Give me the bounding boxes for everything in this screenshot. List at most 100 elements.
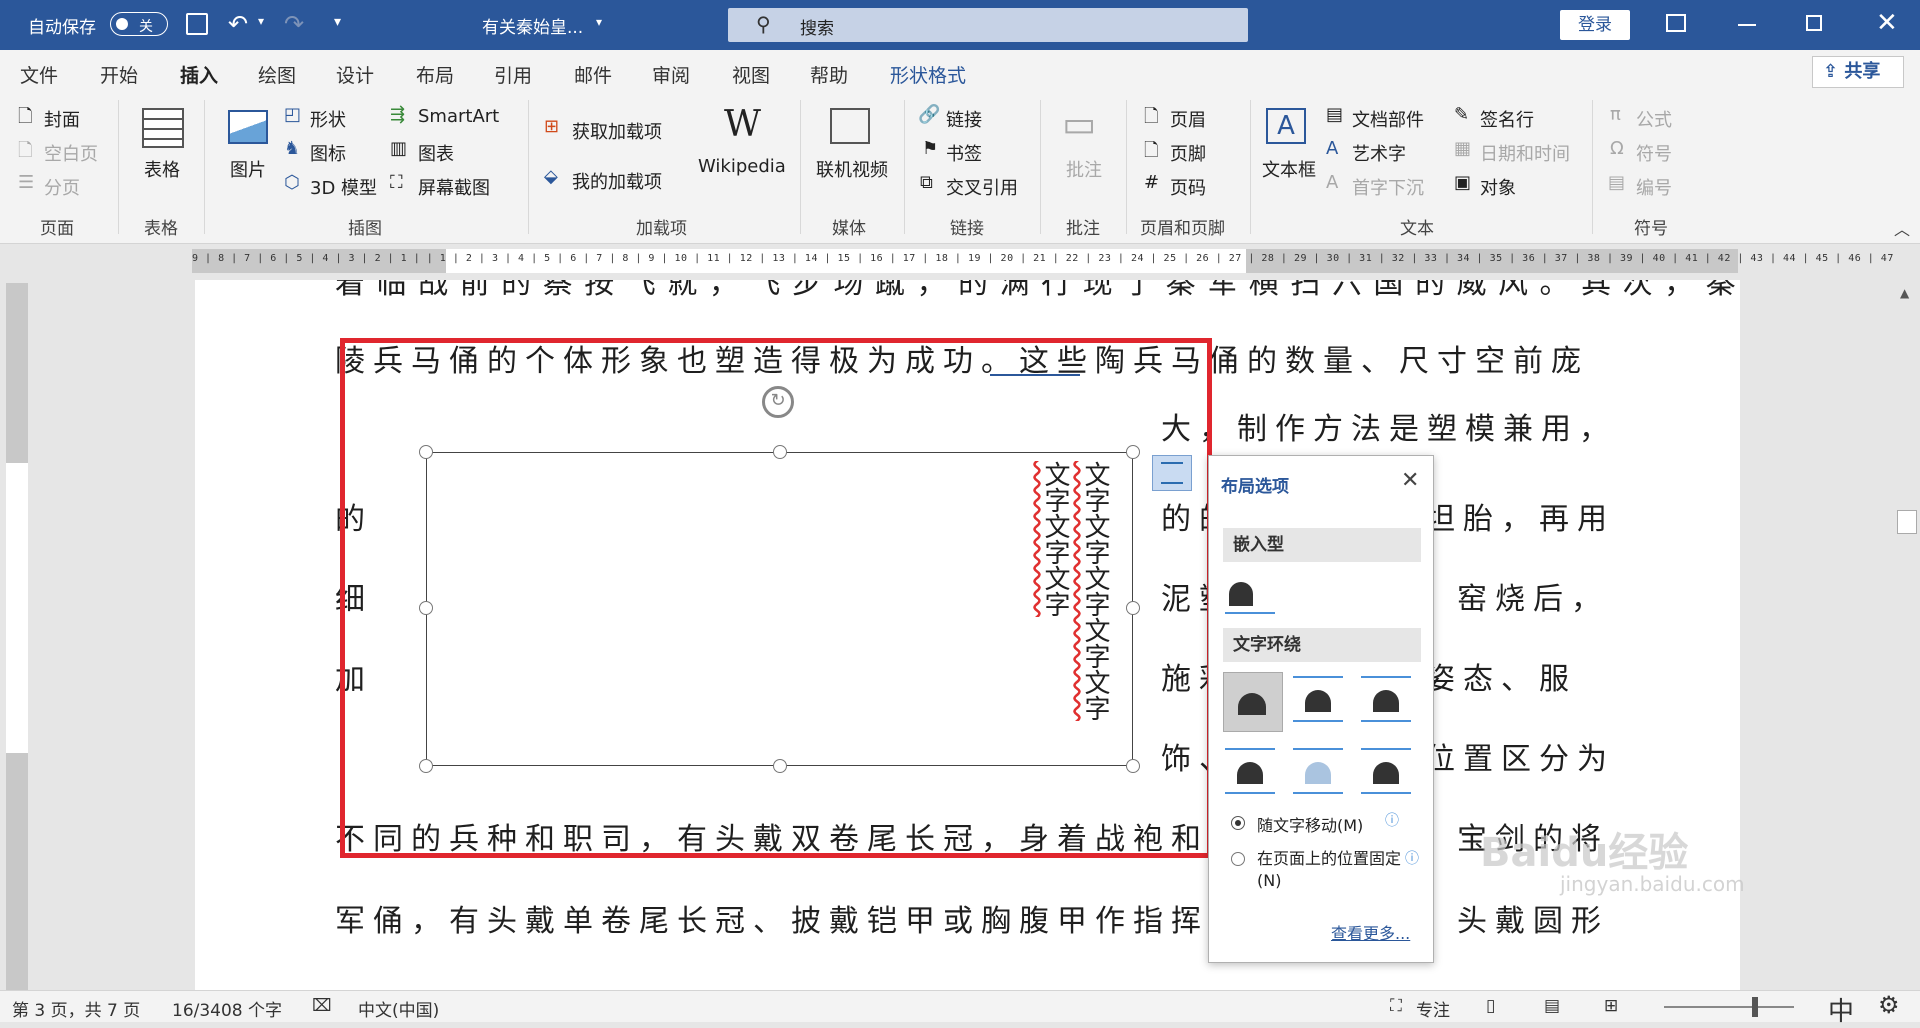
comment-icon: ▭ [1062, 104, 1097, 145]
group-label-text: 文本 [1400, 219, 1434, 239]
focus-icon[interactable]: ⛶ [1390, 996, 1402, 1016]
proofing-icon[interactable]: ⌧ [312, 996, 332, 1016]
tab-shape-format[interactable]: 形状格式 [890, 61, 966, 88]
3d-model-button[interactable]: 3D 模型 [310, 174, 377, 200]
title-dropdown-icon[interactable]: ▾ [596, 15, 602, 29]
my-addins-button[interactable]: 我的加载项 [572, 168, 662, 194]
restore-icon[interactable] [1806, 15, 1822, 31]
bookmark-button[interactable]: 书签 [946, 140, 982, 166]
ruler-numbers: 9 | 8 | 7 | 6 | 5 | 4 | 3 | 2 | 1 | | 1 … [192, 253, 1894, 264]
comment-button[interactable]: 批注 [1066, 156, 1102, 182]
share-button[interactable]: ⇪ 共享 [1812, 56, 1904, 88]
wrap-tight-icon[interactable] [1293, 676, 1343, 722]
header-button[interactable]: 页眉 [1170, 106, 1206, 132]
tab-design[interactable]: 设计 [336, 61, 374, 88]
scroll-up-arrow-icon[interactable]: ▲ [1900, 286, 1909, 300]
language-label[interactable]: 中文(中国) [358, 996, 439, 1021]
signature-line-icon: ✎ [1454, 104, 1470, 125]
wrap-square-icon[interactable] [1223, 672, 1283, 732]
blank-page-button[interactable]: 空白页 [44, 140, 98, 166]
zoom-slider-thumb[interactable] [1752, 997, 1758, 1017]
textbox-button[interactable]: 文本框 [1262, 156, 1316, 182]
tab-file[interactable]: 文件 [20, 61, 58, 88]
autosave-toggle[interactable]: 关 [110, 12, 168, 36]
undo-icon[interactable]: ↶ [228, 10, 248, 38]
get-addins-button[interactable]: 获取加载项 [572, 118, 662, 144]
save-icon[interactable] [186, 13, 208, 35]
document-title[interactable]: 有关秦始皇... [482, 13, 583, 38]
ribbon: 封面 🗋 空白页 🗋 分页 ☰ 页面 表格 表格 图片 形状 ◰ 图标 ♞ 3D… [0, 94, 1920, 244]
vertical-ruler[interactable] [6, 283, 28, 993]
tab-layout[interactable]: 布局 [416, 61, 454, 88]
drop-cap-button[interactable]: 首字下沉 [1352, 174, 1424, 200]
screenshot-button[interactable]: 屏幕截图 [418, 174, 490, 200]
tab-mailings[interactable]: 邮件 [574, 61, 612, 88]
see-more-link[interactable]: 查看更多... [1331, 920, 1410, 944]
minimize-icon[interactable] [1738, 24, 1756, 26]
blank-page-icon: 🗋 [18, 140, 33, 161]
wrap-top-bottom-icon[interactable] [1225, 748, 1275, 794]
close-icon[interactable]: ✕ [1876, 8, 1898, 38]
table-button[interactable]: 表格 [144, 156, 180, 182]
equation-button[interactable]: 公式 [1636, 106, 1672, 132]
picture-button[interactable]: 图片 [230, 156, 266, 182]
login-button[interactable]: 登录 [1560, 10, 1630, 40]
customize-toolbar-icon[interactable]: ▾ [334, 14, 341, 30]
wikipedia-button[interactable]: Wikipedia [698, 156, 786, 177]
fix-position-label[interactable]: 在页面上的位置固定(N) [1257, 848, 1407, 892]
web-layout-icon[interactable]: ⊞ [1604, 996, 1618, 1016]
focus-label[interactable]: 专注 [1416, 996, 1450, 1021]
date-time-button[interactable]: 日期和时间 [1480, 140, 1570, 166]
inline-wrap-icon[interactable] [1225, 568, 1275, 614]
object-button[interactable]: 对象 [1480, 174, 1516, 200]
wrap-behind-text-icon[interactable] [1293, 748, 1343, 794]
ribbon-display-icon[interactable] [1666, 14, 1686, 32]
smartart-button[interactable]: SmartArt [418, 106, 499, 127]
move-with-text-label[interactable]: 随文字移动(M) [1257, 812, 1363, 836]
read-mode-icon[interactable]: ▯ [1486, 996, 1495, 1016]
tab-home[interactable]: 开始 [100, 61, 138, 88]
cover-page-button[interactable]: 封面 [44, 106, 80, 132]
symbol-button[interactable]: 符号 [1636, 140, 1672, 166]
fix-position-radio[interactable] [1231, 852, 1245, 866]
quick-parts-button[interactable]: 文档部件 [1352, 106, 1424, 132]
scroll-thumb[interactable] [1897, 510, 1917, 534]
tab-help[interactable]: 帮助 [810, 61, 848, 88]
numbering-button[interactable]: 编号 [1636, 174, 1672, 200]
layout-options-button[interactable] [1152, 455, 1192, 491]
page-count[interactable]: 第 3 页，共 7 页 [12, 996, 140, 1021]
panel-close-icon[interactable]: ✕ [1401, 468, 1419, 493]
icons-button[interactable]: 图标 [310, 140, 346, 166]
print-layout-icon[interactable]: ▤ [1544, 996, 1560, 1016]
tab-insert[interactable]: 插入 [180, 61, 219, 97]
page-number-button[interactable]: 页码 [1170, 174, 1206, 200]
wrap-through-icon[interactable] [1361, 676, 1411, 722]
wordart-button[interactable]: 艺术字 [1352, 140, 1406, 166]
redo-icon[interactable]: ↷ [284, 10, 304, 38]
chart-button[interactable]: 图表 [418, 140, 454, 166]
wrap-in-front-icon[interactable] [1361, 748, 1411, 794]
tab-draw[interactable]: 绘图 [258, 61, 296, 88]
horizontal-ruler[interactable]: 9 | 8 | 7 | 6 | 5 | 4 | 3 | 2 | 1 | | 1 … [192, 249, 1893, 273]
undo-dropdown-icon[interactable]: ▾ [258, 14, 264, 28]
ime-indicator[interactable]: 中 [1828, 991, 1854, 1028]
page-break-button[interactable]: 分页 [44, 174, 80, 200]
footer-button[interactable]: 页脚 [1170, 140, 1206, 166]
link-button[interactable]: 链接 [946, 106, 982, 132]
tab-review[interactable]: 审阅 [652, 61, 690, 88]
search-box[interactable]: ⚲ 搜索 [728, 8, 1248, 42]
tab-view[interactable]: 视图 [732, 61, 770, 88]
online-video-button[interactable]: 联机视频 [816, 156, 888, 182]
wordart-icon: A [1326, 138, 1339, 159]
zoom-slider[interactable] [1664, 1006, 1794, 1008]
settings-gear-icon[interactable]: ⚙ [1878, 991, 1900, 1019]
word-count[interactable]: 16/3408 个字 [172, 996, 282, 1021]
collapse-ribbon-icon[interactable]: ︿ [1894, 216, 1910, 240]
group-separator [1250, 100, 1251, 234]
cross-reference-button[interactable]: 交叉引用 [946, 174, 1018, 200]
move-with-text-radio[interactable] [1231, 816, 1245, 830]
vertical-scrollbar[interactable]: ▲ [1894, 280, 1920, 992]
tab-references[interactable]: 引用 [494, 61, 532, 88]
signature-line-button[interactable]: 签名行 [1480, 106, 1534, 132]
shapes-button[interactable]: 形状 [310, 106, 346, 132]
